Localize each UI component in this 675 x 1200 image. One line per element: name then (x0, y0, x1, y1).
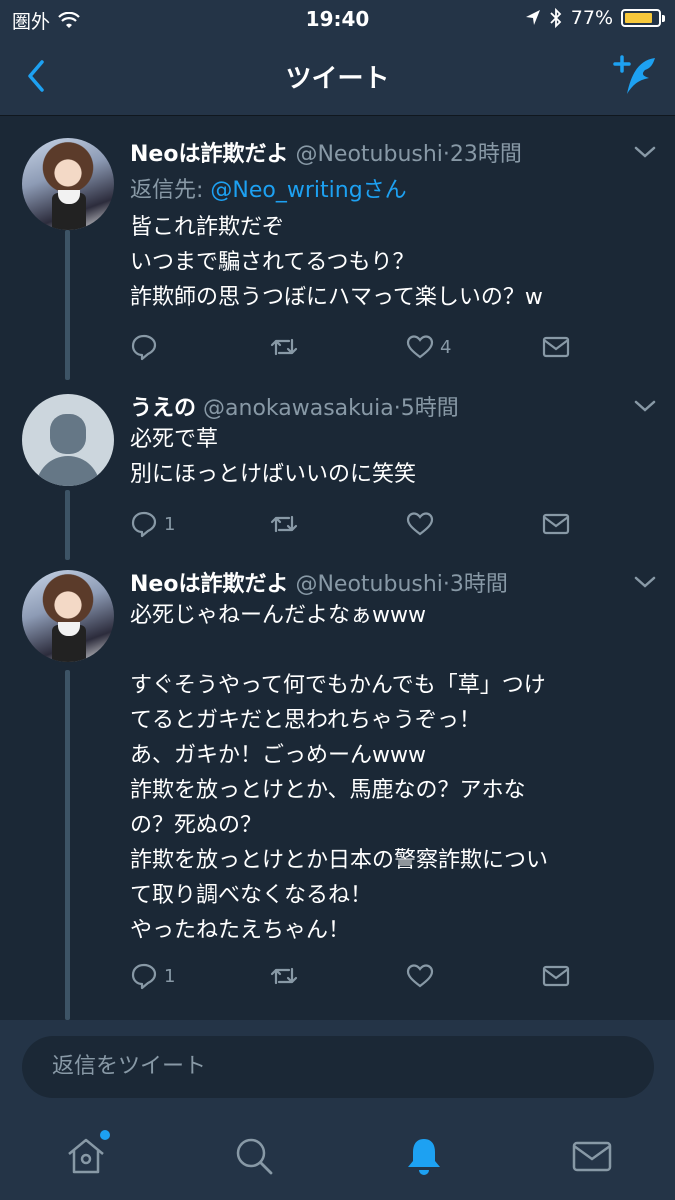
tweet[interactable]: Neoは詐欺だよ @Neotubushi·23時間 返信先: @Neo_writ… (0, 116, 675, 386)
mail-icon (542, 336, 570, 358)
user-handle[interactable]: @Neotubushi (295, 572, 442, 597)
notification-dot (100, 1130, 110, 1140)
message-button[interactable] (542, 510, 570, 538)
chevron-down-icon[interactable] (633, 574, 657, 590)
like-button[interactable]: 4 (406, 333, 451, 361)
reply-button[interactable]: 1 (130, 962, 175, 990)
home-icon (68, 1138, 104, 1174)
like-button[interactable] (406, 962, 440, 990)
tweet-time: 23時間 (449, 142, 522, 167)
reply-button[interactable] (130, 333, 164, 361)
message-button[interactable] (542, 962, 570, 990)
tweet-actions: 4 (130, 333, 610, 363)
tweet-actions: 1 (130, 510, 610, 540)
tweet-time: 3時間 (449, 572, 508, 597)
user-handle[interactable]: @Neotubushi (295, 142, 442, 167)
heart-icon (406, 335, 434, 359)
nav-bar: ツイート (0, 38, 675, 116)
tweet-thread: Neoは詐欺だよ @Neotubushi·23時間 返信先: @Neo_writ… (0, 116, 675, 1020)
mail-icon (542, 513, 570, 535)
reply-input[interactable]: 返信をツイート (22, 1036, 654, 1098)
avatar[interactable] (22, 138, 114, 230)
tweet-actions: 1 (130, 962, 610, 992)
bell-icon (408, 1139, 440, 1175)
battery-icon (621, 9, 665, 27)
thread-line (65, 490, 70, 560)
tweet-text: 必死で草 別にほっとけばいいのに笑笑 (130, 427, 417, 487)
battery-percent: 77% (570, 7, 613, 29)
reply-icon (131, 963, 157, 990)
display-name[interactable]: うえの (130, 396, 196, 421)
tweet-header: Neoは詐欺だよ @Neotubushi·3時間 (130, 572, 508, 597)
tab-bar (0, 1116, 675, 1200)
tweet-time: 5時間 (400, 396, 459, 421)
heart-icon (406, 964, 434, 988)
thread-line (65, 230, 70, 380)
retweet-button[interactable] (270, 333, 304, 361)
tweet[interactable]: うえの @anokawasakuia·5時間 必死で草 別にほっとけばいいのに笑… (0, 386, 675, 564)
reply-to-label: 返信先: (130, 178, 211, 203)
compose-tweet-icon[interactable] (609, 50, 661, 102)
message-button[interactable] (542, 333, 570, 361)
avatar[interactable] (22, 394, 114, 486)
tweet-text: 皆これ詐欺だぞ いつまで騙されてるつもり？ 詐欺師の思うつぼにハマって楽しいの？… (130, 215, 543, 310)
bluetooth-icon (550, 7, 562, 29)
like-button[interactable] (406, 510, 440, 538)
tweet-header: Neoは詐欺だよ @Neotubushi·23時間 (130, 142, 522, 167)
retweet-button[interactable] (270, 962, 304, 990)
display-name[interactable]: Neoは詐欺だよ (130, 142, 288, 167)
heart-icon (406, 512, 434, 536)
user-handle[interactable]: @anokawasakuia (203, 396, 394, 421)
tweet-text: 必死じゃねーんだよなぁwww すぐそうやって何でもかんでも「草」つけ てるとガキ… (130, 603, 549, 943)
chevron-down-icon[interactable] (633, 398, 657, 414)
tweet-header: うえの @anokawasakuia·5時間 (130, 396, 459, 421)
reply-to: 返信先: @Neo_writingさん (130, 172, 407, 204)
reply-bar: 返信をツイート (0, 1020, 675, 1116)
reply-icon (131, 511, 157, 538)
reply-to-link[interactable]: @Neo_writingさん (210, 178, 406, 203)
messages-icon (572, 1141, 612, 1172)
chevron-down-icon[interactable] (633, 144, 657, 160)
tab-search[interactable] (232, 1134, 276, 1178)
retweet-button[interactable] (270, 510, 304, 538)
reply-count: 1 (164, 513, 176, 535)
status-bar: 圏外 19:40 77% (0, 0, 675, 38)
tweet[interactable]: Neoは詐欺だよ @Neotubushi·3時間 必死じゃねーんだよなぁwww … (0, 564, 675, 1020)
like-count: 4 (440, 336, 452, 358)
retweet-icon (270, 515, 298, 533)
avatar[interactable] (22, 570, 114, 662)
tab-home[interactable] (64, 1130, 110, 1178)
mail-icon (542, 965, 570, 987)
reply-count: 1 (164, 965, 176, 987)
tab-notifications[interactable] (402, 1134, 446, 1178)
search-icon (236, 1138, 273, 1175)
page-title: ツイート (285, 64, 390, 94)
thread-line (65, 670, 70, 1020)
tab-messages[interactable] (570, 1134, 614, 1178)
retweet-icon (270, 967, 298, 985)
display-name[interactable]: Neoは詐欺だよ (130, 572, 288, 597)
location-icon (525, 10, 540, 25)
reply-button[interactable]: 1 (130, 510, 175, 538)
reply-icon (131, 334, 157, 361)
retweet-icon (270, 338, 298, 356)
